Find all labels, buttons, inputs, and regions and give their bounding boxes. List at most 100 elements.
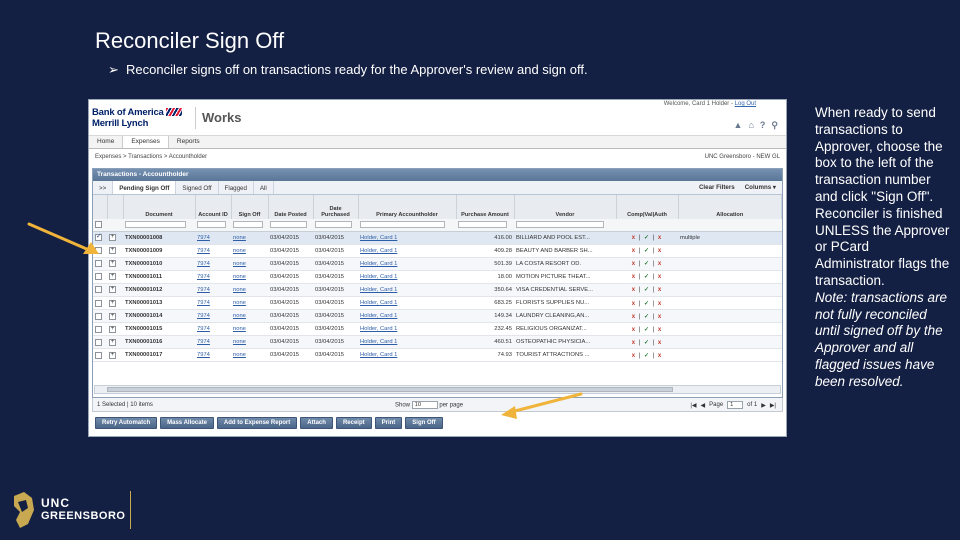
help-icon[interactable]: ? — [760, 120, 766, 131]
cell-sign-off[interactable]: none — [231, 257, 268, 271]
table-row[interactable]: +TXN000010087974none03/04/201503/04/2015… — [93, 231, 782, 245]
attach-button[interactable]: Attach — [300, 417, 333, 429]
cell-sign-off[interactable]: none — [231, 283, 268, 297]
cell-primary-accountholder[interactable]: Holder, Card 1 — [358, 296, 456, 311]
cell-document[interactable]: TXN00001013 — [123, 296, 195, 311]
cell-sign-off[interactable]: none — [231, 231, 268, 245]
header-purchase-amount[interactable]: Purchase Amount — [456, 195, 515, 219]
filter-amount-input[interactable] — [458, 221, 507, 229]
cell-account-id[interactable]: 7974 — [195, 231, 231, 245]
tab-pending-sign-off[interactable]: Pending Sign Off — [113, 181, 177, 194]
cell-document[interactable]: TXN00001008 — [123, 231, 195, 245]
header-comp-val-auth[interactable]: Comp|Val|Auth — [616, 195, 679, 219]
cell-document[interactable]: TXN00001015 — [123, 322, 195, 337]
menu-expenses[interactable]: Expenses — [122, 136, 169, 148]
row-checkbox[interactable] — [95, 325, 102, 333]
row-checkbox[interactable] — [95, 273, 102, 281]
cell-sign-off[interactable]: none — [231, 348, 268, 363]
receipt-button[interactable]: Receipt — [335, 417, 372, 429]
cell-document[interactable]: TXN00001009 — [123, 244, 195, 258]
tab-expand[interactable]: >> — [93, 181, 114, 194]
home-icon[interactable]: ⌂ — [748, 120, 753, 131]
filter-posted-input[interactable] — [270, 221, 307, 229]
row-checkbox[interactable] — [95, 260, 102, 268]
scrollbar-thumb[interactable] — [107, 387, 673, 392]
cell-account-id[interactable]: 7974 — [195, 296, 231, 311]
table-row[interactable]: + TXN00001011 7974 none 03/04/2015 03/04/2015… — [93, 270, 782, 284]
cell-primary-accountholder[interactable]: Holder, Card 1 — [358, 309, 456, 324]
header-date-purchased[interactable]: Date Purchased — [313, 195, 359, 219]
cell-account-id[interactable]: 7974 — [195, 283, 231, 297]
sign-off-button[interactable]: Sign Off — [405, 417, 443, 429]
cell-document[interactable]: TXN00001016 — [123, 335, 195, 350]
table-row[interactable]: + TXN00001012 7974 none 03/04/2015 03/04/2015… — [93, 283, 782, 297]
table-row[interactable]: + TXN00001009 7974 none 03/04/2015 03/04/2015… — [93, 244, 782, 258]
mass-allocate-button[interactable]: Mass Allocate — [160, 417, 214, 429]
last-page-icon[interactable]: ▶| — [770, 402, 776, 409]
retry-automatch-button[interactable]: Retry Automatch — [95, 417, 158, 429]
expand-row-icon[interactable]: + — [109, 351, 116, 359]
row-checkbox[interactable] — [95, 338, 102, 346]
tab-all[interactable]: All — [254, 181, 274, 194]
expand-row-icon[interactable]: + — [109, 312, 116, 320]
person-icon[interactable]: ▲ — [734, 120, 743, 131]
cell-sign-off[interactable]: none — [231, 244, 268, 258]
cell-primary-accountholder[interactable]: Holder, Card 1 — [358, 322, 456, 337]
expand-row-icon[interactable]: + — [109, 273, 116, 281]
expand-row-icon[interactable]: + — [109, 234, 116, 242]
row-checkbox[interactable] — [95, 312, 102, 320]
filter-document-input[interactable] — [125, 221, 187, 229]
per-page-select[interactable]: 10 — [411, 401, 438, 409]
cell-account-id[interactable]: 7974 — [195, 270, 231, 284]
table-row[interactable]: + TXN00001014 7974 none 03/04/2015 03/04/2015… — [93, 309, 782, 324]
menu-home[interactable]: Home — [89, 136, 122, 148]
cell-sign-off[interactable]: none — [231, 270, 268, 284]
table-row[interactable]: + TXN00001016 7974 none 03/04/2015 03/04/2015… — [93, 335, 782, 350]
expand-row-icon[interactable]: + — [109, 299, 116, 307]
cell-primary-accountholder[interactable]: Holder, Card 1 — [358, 244, 456, 258]
expand-row-icon[interactable]: + — [109, 325, 116, 333]
cell-document[interactable]: TXN00001012 — [123, 283, 195, 297]
logout-link[interactable]: Log Out — [735, 101, 756, 107]
cell-account-id[interactable]: 7974 — [195, 257, 231, 271]
filter-signoff-input[interactable] — [233, 221, 263, 229]
cell-account-id[interactable]: 7974 — [195, 335, 231, 350]
cell-document[interactable]: TXN00001014 — [123, 309, 195, 324]
wrench-icon[interactable]: ⚲ — [771, 120, 778, 131]
filter-vendor-input[interactable] — [516, 221, 605, 229]
header-primary-accountholder[interactable]: Primary Accountholder — [358, 195, 457, 219]
header-account-id[interactable]: Account ID — [195, 195, 232, 219]
cell-primary-accountholder[interactable]: Holder, Card 1 — [358, 270, 456, 284]
columns-button[interactable]: Columns ▾ — [745, 184, 776, 191]
cell-primary-accountholder[interactable]: Holder, Card 1 — [358, 257, 456, 271]
cell-account-id[interactable]: 7974 — [195, 348, 231, 363]
breadcrumb-text[interactable]: Expenses > Transactions > Accountholder — [95, 154, 207, 160]
table-row[interactable]: + TXN00001017 7974 none 03/04/2015 03/04/2015… — [93, 348, 782, 363]
cell-primary-accountholder[interactable]: Holder, Card 1 — [358, 335, 456, 350]
cell-document[interactable]: TXN00001011 — [123, 270, 195, 284]
expand-row-icon[interactable]: + — [109, 338, 116, 346]
cell-account-id[interactable]: 7974 — [195, 244, 231, 258]
cell-sign-off[interactable]: none — [231, 335, 268, 350]
first-page-icon[interactable]: |◀ — [690, 402, 696, 409]
filter-purchased-input[interactable] — [315, 221, 352, 229]
page-number-input[interactable]: 1 — [727, 401, 744, 409]
next-page-icon[interactable]: ▶ — [761, 402, 766, 409]
header-document[interactable]: Document — [123, 195, 196, 219]
table-row[interactable]: + TXN00001013 7974 none 03/04/2015 03/04/2015… — [93, 296, 782, 311]
header-date-posted[interactable]: Date Posted — [268, 195, 314, 219]
expand-row-icon[interactable]: + — [109, 286, 116, 294]
table-row[interactable]: + TXN00001010 7974 none 03/04/2015 03/04/2015… — [93, 257, 782, 271]
menu-reports[interactable]: Reports — [169, 136, 208, 148]
header-allocation[interactable]: Allocation — [678, 195, 782, 219]
clear-filters-button[interactable]: Clear Filters — [699, 184, 735, 191]
row-checkbox[interactable] — [95, 351, 102, 359]
cell-primary-accountholder[interactable]: Holder, Card 1 — [358, 348, 456, 363]
cell-account-id[interactable]: 7974 — [195, 309, 231, 324]
print-button[interactable]: Print — [374, 417, 403, 429]
expand-row-icon[interactable]: + — [109, 247, 116, 255]
expand-row-icon[interactable]: + — [109, 260, 116, 268]
cell-sign-off[interactable]: none — [231, 322, 268, 337]
table-row[interactable]: + TXN00001015 7974 none 03/04/2015 03/04/2015… — [93, 322, 782, 337]
cell-account-id[interactable]: 7974 — [195, 322, 231, 337]
